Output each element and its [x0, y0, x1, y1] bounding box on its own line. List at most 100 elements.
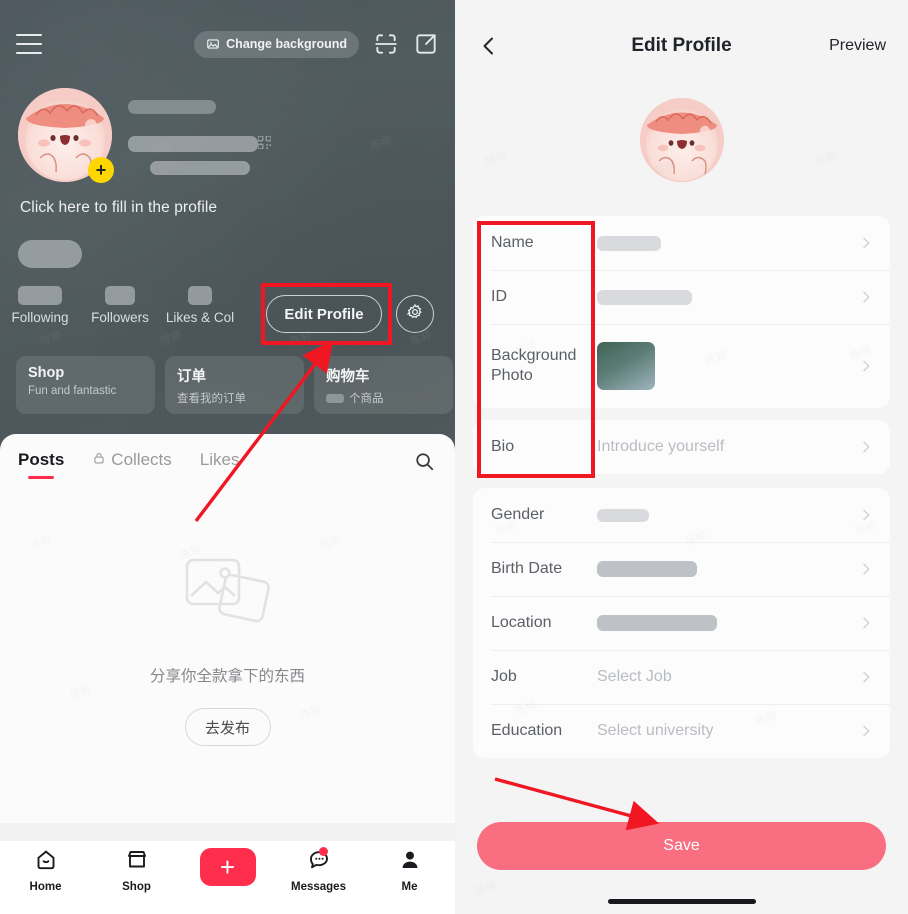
avatar-cartoon-pink-character	[639, 98, 724, 182]
shop-card-title: Shop	[28, 365, 65, 381]
birth-date-value-redacted	[597, 561, 697, 577]
nav-separator	[0, 823, 455, 841]
following-count-redacted	[18, 286, 62, 305]
gender-value-redacted	[597, 508, 649, 522]
photos-stack-icon	[178, 552, 278, 638]
field-label-background-photo: Background Photo	[491, 346, 577, 384]
shop-card-orders[interactable]: 订单 查看我的订单	[165, 356, 304, 414]
shop-card-shop[interactable]: Shop Fun and fantastic	[16, 356, 155, 414]
stat-label-following: Following	[11, 310, 69, 325]
profile-stats-row: Following Followers Likes & Col	[0, 286, 455, 338]
field-row-background-photo[interactable]: Background Photo	[473, 324, 890, 408]
tab-posts[interactable]: Posts	[18, 450, 64, 470]
shop-cards-row: Shop Fun and fantastic 订单 查看我的订单 购物车 个商品	[16, 356, 455, 414]
field-label-id: ID	[491, 287, 507, 305]
dual-phone-screenshot: 陈婷 陈婷 陈婷 陈婷 陈婷 陈婷 Change back	[0, 0, 908, 914]
shop-card-subtitle-wrap: 个商品	[326, 390, 441, 406]
name-value-redacted	[597, 235, 661, 251]
plus-create-icon[interactable]: +	[199, 848, 256, 886]
edit-profile-button[interactable]: Edit Profile	[266, 295, 382, 333]
stat-likes-collects[interactable]: Likes & Col	[160, 286, 240, 325]
stat-label-followers: Followers	[91, 310, 149, 325]
id-value-redacted	[597, 289, 692, 305]
right-phone-edit-profile-screen: Edit Profile Preview Name ID Background …	[455, 0, 908, 914]
qr-code-icon[interactable]	[257, 135, 272, 150]
field-row-job[interactable]: Job Select Job	[473, 650, 890, 704]
gear-icon	[406, 303, 424, 326]
tab-posts-label: Posts	[18, 450, 65, 469]
avatar[interactable]: +	[18, 88, 114, 183]
add-avatar-badge[interactable]: +	[88, 157, 114, 183]
shop-card-subtitle: 个商品	[349, 393, 384, 405]
chevron-right-icon	[858, 669, 874, 685]
profile-details-card: Gender Birth Date Location Job Select Jo…	[473, 488, 890, 758]
nav-item-messages[interactable]: Messages	[273, 847, 364, 893]
preview-button[interactable]: Preview	[829, 37, 886, 55]
stat-followers[interactable]: Followers	[80, 286, 160, 325]
chevron-right-icon	[858, 235, 874, 251]
field-row-location[interactable]: Location	[473, 596, 890, 650]
tab-collects[interactable]: Collects	[92, 450, 172, 470]
stat-label-likes-collects: Likes & Col	[165, 310, 235, 325]
desc-redaction-bar	[150, 161, 250, 175]
stat-following[interactable]: Following	[0, 286, 80, 325]
field-label-job: Job	[491, 667, 517, 685]
name-redaction-bar	[128, 100, 216, 114]
chevron-right-icon	[858, 289, 874, 305]
field-label-bio: Bio	[491, 437, 515, 455]
hamburger-menu-icon[interactable]	[16, 34, 42, 54]
chevron-right-icon	[858, 615, 874, 631]
content-tabs: Posts Collects Likes	[0, 434, 455, 486]
likes-count-redacted	[188, 286, 212, 305]
shop-card-title: 购物车	[326, 369, 370, 385]
left-topbar: Change background	[0, 22, 455, 66]
field-label-location: Location	[491, 613, 552, 631]
field-row-name[interactable]: Name	[473, 216, 890, 270]
change-background-label: Change background	[226, 37, 347, 51]
location-value-redacted	[597, 615, 717, 631]
nav-label-me: Me	[401, 881, 418, 893]
person-icon	[398, 848, 422, 877]
field-row-bio[interactable]: Bio Introduce yourself	[473, 420, 890, 474]
field-value-background-photo	[597, 342, 858, 390]
nav-label-messages: Messages	[291, 881, 346, 893]
field-value-education: Select university	[597, 722, 714, 739]
left-phone-profile-screen: 陈婷 陈婷 陈婷 陈婷 陈婷 陈婷 Change back	[0, 0, 455, 914]
settings-button[interactable]	[396, 295, 434, 333]
field-label-gender: Gender	[491, 505, 545, 523]
field-row-gender[interactable]: Gender	[473, 488, 890, 542]
nav-item-shop[interactable]: Shop	[91, 848, 182, 893]
field-value-id	[597, 289, 858, 305]
field-row-id[interactable]: ID	[473, 270, 890, 324]
share-external-icon[interactable]	[413, 31, 439, 57]
background-photo-thumbnail	[597, 342, 655, 390]
fill-profile-prompt[interactable]: Click here to fill in the profile	[20, 199, 217, 217]
save-button[interactable]: Save	[477, 822, 886, 870]
nav-label-home: Home	[29, 881, 62, 893]
nav-item-home[interactable]: Home	[0, 848, 91, 893]
chevron-right-icon	[858, 507, 874, 523]
nav-item-me[interactable]: Me	[364, 848, 455, 893]
field-value-gender	[597, 508, 858, 522]
edit-profile-header: Edit Profile Preview	[455, 0, 908, 92]
profile-basic-card: Name ID Background Photo	[473, 216, 890, 408]
shop-card-cart[interactable]: 购物车 个商品	[314, 356, 453, 414]
search-icon[interactable]	[413, 450, 435, 477]
messages-unread-badge	[319, 847, 328, 856]
field-row-education[interactable]: Education Select university	[473, 704, 890, 758]
field-value-bio: Introduce yourself	[597, 438, 725, 455]
lock-icon	[92, 450, 106, 470]
profile-content-sheet: Posts Collects Likes 分享你全款拿下的东西 去发布	[0, 434, 455, 840]
publish-button[interactable]: 去发布	[184, 708, 271, 746]
change-background-button[interactable]: Change background	[194, 30, 359, 58]
tab-collects-label: Collects	[111, 450, 172, 469]
back-chevron-icon[interactable]	[477, 34, 501, 58]
field-row-birth-date[interactable]: Birth Date	[473, 542, 890, 596]
tab-likes[interactable]: Likes	[200, 450, 240, 470]
nav-item-create[interactable]: +	[182, 848, 273, 886]
posts-empty-state: 分享你全款拿下的东西 去发布	[0, 552, 455, 746]
followers-count-redacted	[105, 286, 135, 305]
scan-qr-icon[interactable]	[373, 31, 399, 57]
edit-avatar[interactable]	[639, 98, 724, 182]
chevron-right-icon	[858, 561, 874, 577]
